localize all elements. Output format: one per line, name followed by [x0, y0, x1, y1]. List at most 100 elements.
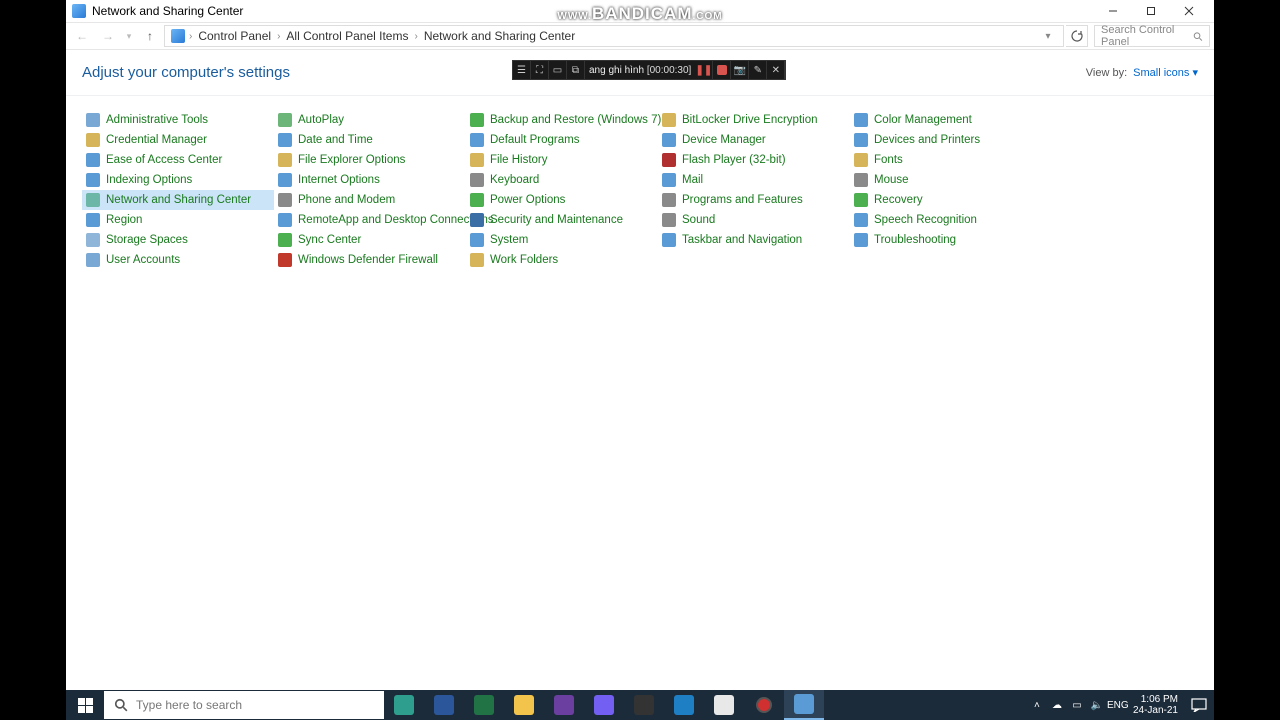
crumb-current[interactable]: Network and Sharing Center — [422, 29, 577, 43]
history-dropdown[interactable]: ▾ — [1039, 31, 1057, 42]
fullscreen-icon[interactable]: ⛶ — [531, 61, 549, 79]
screenshot-button[interactable]: 📷 — [731, 61, 749, 79]
item-label: Storage Spaces — [106, 234, 188, 246]
windows-logo-icon — [78, 698, 93, 713]
draw-button[interactable]: ✎ — [749, 61, 767, 79]
control-panel-item[interactable]: Devices and Printers — [850, 130, 1042, 150]
crumb-all-items[interactable]: All Control Panel Items — [284, 29, 410, 43]
taskbar-search[interactable]: Type here to search — [104, 691, 384, 719]
maximize-button[interactable] — [1132, 0, 1170, 22]
viewby-dropdown[interactable]: Small icons ▾ — [1133, 66, 1198, 79]
up-button[interactable]: ↑ — [138, 24, 162, 48]
control-panel-item[interactable]: Power Options — [466, 190, 658, 210]
taskbar-app-chat[interactable] — [704, 690, 744, 720]
control-panel-item[interactable]: Fonts — [850, 150, 1042, 170]
menu-icon[interactable]: ☰ — [513, 61, 531, 79]
control-panel-item[interactable]: File History — [466, 150, 658, 170]
item-icon — [854, 133, 868, 147]
pause-button[interactable]: ❚❚ — [695, 61, 713, 79]
items-grid: Administrative Tools Credential Manager Ea… — [66, 96, 1214, 266]
control-panel-item[interactable]: RemoteApp and Desktop Connections — [274, 210, 466, 230]
control-panel-item[interactable]: Windows Defender Firewall — [274, 250, 466, 270]
control-panel-item[interactable]: Phone and Modem — [274, 190, 466, 210]
notifications-button[interactable] — [1184, 690, 1214, 720]
forward-button[interactable]: → — [96, 24, 120, 48]
control-panel-item[interactable]: Backup and Restore (Windows 7) — [466, 110, 658, 130]
taskbar-app-viber[interactable] — [584, 690, 624, 720]
battery-icon[interactable]: ▭ — [1067, 700, 1087, 711]
item-label: Internet Options — [298, 174, 380, 186]
taskbar-app-terminal[interactable] — [624, 690, 664, 720]
start-button[interactable] — [66, 690, 104, 720]
control-panel-item[interactable]: Region — [82, 210, 274, 230]
control-panel-item[interactable]: System — [466, 230, 658, 250]
stop-button[interactable] — [713, 61, 731, 79]
taskbar-app-word[interactable] — [424, 690, 464, 720]
control-panel-item[interactable]: File Explorer Options — [274, 150, 466, 170]
taskbar-app-controlpanel[interactable] — [784, 690, 824, 720]
close-recorder[interactable]: ✕ — [767, 61, 785, 79]
bandicam-watermark: WWW.BANDICAM.COM — [557, 4, 722, 24]
tray-overflow[interactable]: ˄ — [1027, 700, 1047, 711]
clock[interactable]: 1:06 PM 24-Jan-21 — [1127, 694, 1184, 716]
control-panel-item[interactable]: Speech Recognition — [850, 210, 1042, 230]
close-button[interactable] — [1170, 0, 1208, 22]
control-panel-item[interactable]: Security and Maintenance — [466, 210, 658, 230]
item-icon — [854, 173, 868, 187]
rect-icon[interactable]: ▭ — [549, 61, 567, 79]
control-panel-item[interactable]: User Accounts — [82, 250, 274, 270]
back-button[interactable]: ← — [70, 24, 94, 48]
crumb-control-panel[interactable]: Control Panel — [196, 29, 273, 43]
volume-icon[interactable]: 🔈 — [1087, 700, 1107, 711]
control-panel-item[interactable]: Default Programs — [466, 130, 658, 150]
items-column: Backup and Restore (Windows 7)Default Pr… — [466, 110, 658, 270]
control-panel-item[interactable]: Network and Sharing Center — [82, 190, 274, 210]
item-icon — [86, 153, 100, 167]
breadcrumb[interactable]: › Control Panel › All Control Panel Item… — [164, 25, 1064, 47]
control-panel-item[interactable]: Taskbar and Navigation — [658, 230, 850, 250]
control-panel-item[interactable]: BitLocker Drive Encryption — [658, 110, 850, 130]
recorder-toolbar[interactable]: ☰ ⛶ ▭ ⧉ ang ghi hình [00:00:30] ❚❚ 📷 ✎ ✕ — [512, 60, 786, 80]
control-panel-item[interactable]: Internet Options — [274, 170, 466, 190]
control-panel-item[interactable]: Color Management — [850, 110, 1042, 130]
control-panel-item[interactable]: Mouse — [850, 170, 1042, 190]
search-input[interactable]: Search Control Panel — [1094, 25, 1210, 47]
item-label: Credential Manager — [106, 134, 207, 146]
taskbar-app-excel[interactable] — [464, 690, 504, 720]
item-label: Device Manager — [682, 134, 766, 146]
control-panel-item[interactable]: Ease of Access Center — [82, 150, 274, 170]
control-panel-item[interactable]: Device Manager — [658, 130, 850, 150]
edge-icon — [394, 695, 414, 715]
control-panel-item[interactable]: Programs and Features — [658, 190, 850, 210]
taskbar-app-record[interactable] — [744, 690, 784, 720]
control-panel-item[interactable]: Work Folders — [466, 250, 658, 270]
language-indicator[interactable]: ENG — [1107, 700, 1127, 711]
control-panel-item[interactable]: Flash Player (32-bit) — [658, 150, 850, 170]
recent-dropdown[interactable]: ▾ — [122, 24, 136, 48]
item-icon — [278, 213, 292, 227]
control-panel-item[interactable]: Recovery — [850, 190, 1042, 210]
control-panel-item[interactable]: Troubleshooting — [850, 230, 1042, 250]
control-panel-item[interactable]: Mail — [658, 170, 850, 190]
control-panel-item[interactable]: Administrative Tools — [82, 110, 274, 130]
crop-icon[interactable]: ⧉ — [567, 61, 585, 79]
control-panel-item[interactable]: Storage Spaces — [82, 230, 274, 250]
items-column: BitLocker Drive Encryption Device Manager… — [658, 110, 850, 250]
controlpanel-icon — [794, 694, 814, 714]
control-panel-item[interactable]: Credential Manager — [82, 130, 274, 150]
control-panel-item[interactable]: Indexing Options — [82, 170, 274, 190]
taskbar-app-edge[interactable] — [384, 690, 424, 720]
taskbar-app-media[interactable] — [544, 690, 584, 720]
control-panel-item[interactable]: Date and Time — [274, 130, 466, 150]
control-panel-item[interactable]: Sync Center — [274, 230, 466, 250]
taskbar-app-ie[interactable] — [664, 690, 704, 720]
control-panel-item[interactable]: Keyboard — [466, 170, 658, 190]
control-panel-item[interactable]: Sound — [658, 210, 850, 230]
refresh-button[interactable] — [1066, 25, 1088, 47]
search-placeholder: Type here to search — [136, 698, 242, 712]
search-icon — [114, 698, 128, 712]
control-panel-item[interactable]: AutoPlay — [274, 110, 466, 130]
minimize-button[interactable] — [1094, 0, 1132, 22]
onedrive-icon[interactable]: ☁ — [1047, 700, 1067, 711]
taskbar-app-explorer[interactable] — [504, 690, 544, 720]
